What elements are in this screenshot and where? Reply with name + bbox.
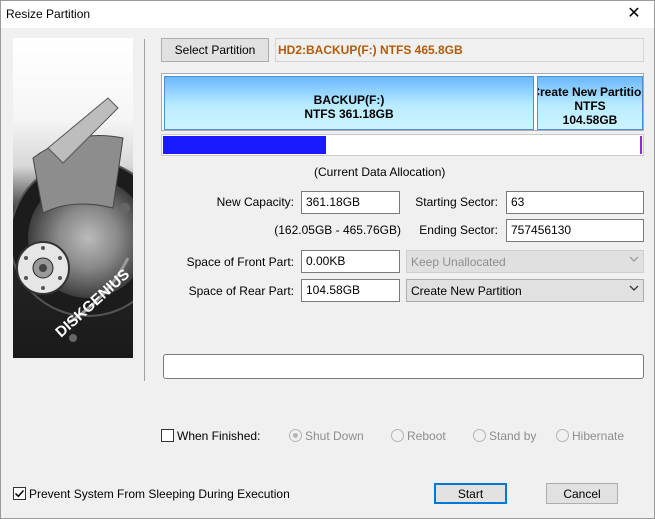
disk-info: HD2:BACKUP(F:) NTFS 465.8GB [275,38,644,62]
resize-partition-dialog: Resize Partition ✕ DISKGENIUS Select Par… [0,0,655,519]
partition-backup-name: BACKUP(F:) [313,93,385,107]
capacity-range: (162.05GB - 465.76GB) [274,223,401,237]
radio-hibernate[interactable] [556,429,569,442]
front-space-label: Space of Front Part: [186,255,294,269]
select-partition-button[interactable]: Select Partition [161,38,269,62]
checkmark-icon [14,489,25,498]
window-title: Resize Partition [6,7,91,21]
rear-space-input[interactable]: 104.58GB [301,279,400,302]
allocation-fill [163,136,326,154]
front-action-select[interactable]: Keep Unallocated [406,250,644,273]
close-icon[interactable]: ✕ [620,3,648,25]
radio-reboot-label: Reboot [407,429,446,443]
rear-action-value: Create New Partition [411,284,522,298]
diskgenius-side-image: DISKGENIUS [13,38,133,358]
data-allocation-bar [161,134,644,156]
radio-shut-down-label: Shut Down [305,429,364,443]
front-action-value: Keep Unallocated [411,255,506,269]
start-button[interactable]: Start [434,483,507,504]
cancel-button[interactable]: Cancel [546,483,618,504]
ending-sector-label: Ending Sector: [419,223,498,237]
new-capacity-label: New Capacity: [216,195,294,209]
front-space-input[interactable]: 0.00KB [301,250,400,273]
title-bar: Resize Partition ✕ [1,1,654,28]
radio-shut-down[interactable] [289,429,302,442]
separator [144,39,145,381]
rear-action-select[interactable]: Create New Partition [406,279,644,302]
prevent-sleep-label: Prevent System From Sleeping During Exec… [29,487,290,501]
when-finished-checkbox[interactable] [161,429,174,442]
allocation-end-marker [640,136,642,154]
chevron-down-icon [629,256,639,262]
radio-stand-by[interactable] [473,429,486,442]
partition-map[interactable]: BACKUP(F:) NTFS 361.18GB Create New Part… [161,73,644,131]
allocation-caption: (Current Data Allocation) [314,165,446,179]
radio-stand-by-label: Stand by [489,429,537,443]
starting-sector-label: Starting Sector: [415,195,498,209]
prevent-sleep-checkbox[interactable] [13,487,26,500]
partition-new-fs: NTFS [574,99,606,113]
partition-backup-detail: NTFS 361.18GB [304,107,394,121]
rear-space-label: Space of Rear Part: [188,284,294,298]
starting-sector-input[interactable]: 63 [506,191,644,214]
partition-backup[interactable]: BACKUP(F:) NTFS 361.18GB [164,76,534,130]
when-finished-label: When Finished: [177,429,261,443]
partition-new-size: 104.58GB [562,113,618,127]
operation-progress-bar [163,354,644,379]
partition-new[interactable]: Create New Partition NTFS 104.58GB [537,76,643,130]
radio-hibernate-label: Hibernate [572,429,625,443]
new-capacity-input[interactable]: 361.18GB [301,191,400,214]
radio-reboot[interactable] [391,429,404,442]
hard-disk-icon: DISKGENIUS [13,97,133,342]
partition-new-name: Create New Partition [537,85,643,99]
ending-sector-input[interactable]: 757456130 [506,219,644,242]
chevron-down-icon [629,285,639,291]
